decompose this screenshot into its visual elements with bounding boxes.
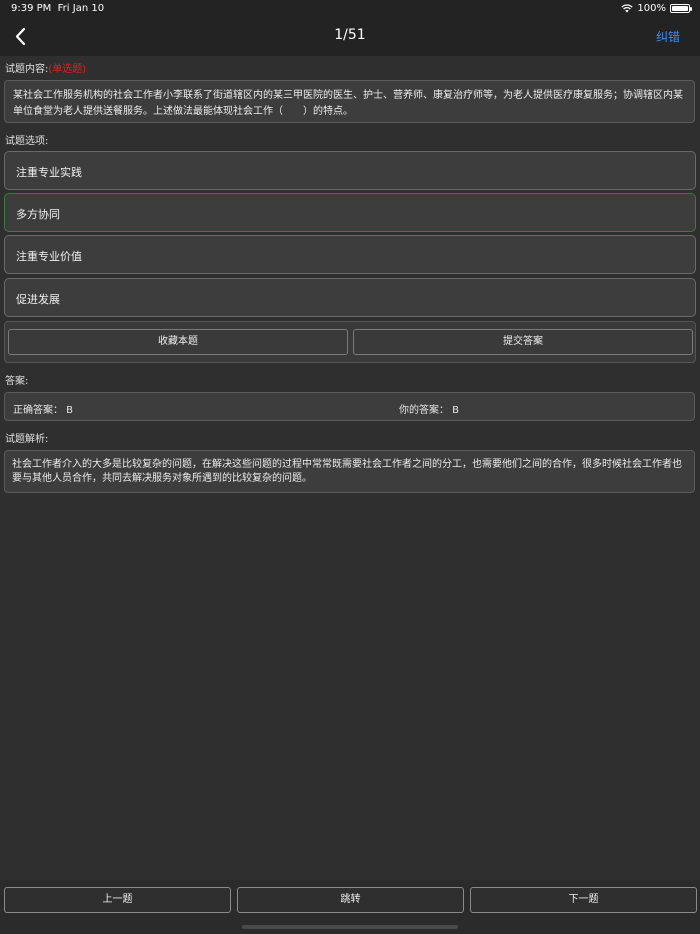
option-d[interactable]: 促进发展	[4, 278, 696, 317]
correct-answer: 正确答案： B	[13, 405, 74, 416]
nav-bar: 1/51 纠错	[0, 18, 700, 56]
battery-fill	[672, 6, 688, 11]
status-bar: 9:39 PM Fri Jan 10 100%	[0, 0, 700, 18]
analysis-text: 社会工作者介入的大多是比较复杂的问题，在解决这些问题的过程中常常既需要社会工作者…	[4, 450, 695, 493]
question-type-badge: (单选题)	[48, 64, 87, 75]
options-label: 试题选项:	[5, 136, 49, 147]
answer-label: 答案:	[5, 376, 29, 387]
analysis-label: 试题解析:	[5, 434, 49, 445]
next-question-button[interactable]: 下一题	[470, 887, 697, 913]
status-time: 9:39 PM	[11, 3, 52, 14]
submit-answer-button[interactable]: 提交答案	[353, 329, 693, 355]
status-indicators: 100%	[621, 3, 692, 14]
battery-icon	[670, 4, 692, 13]
bottom-toolbar: 上一题 跳转 下一题	[0, 880, 700, 934]
answer-row: 正确答案： B 你的答案： B	[4, 392, 695, 421]
option-b[interactable]: 多方协同	[4, 193, 696, 232]
your-answer: 你的答案： B	[399, 405, 460, 416]
question-label: 试题内容:	[5, 64, 49, 75]
action-panel: 收藏本题 提交答案	[4, 321, 696, 363]
option-c[interactable]: 注重专业价值	[4, 235, 696, 274]
report-error-button[interactable]: 纠错	[656, 28, 680, 45]
wifi-icon	[621, 4, 634, 13]
battery-percent: 100%	[637, 3, 666, 14]
page-counter-title: 1/51	[334, 27, 366, 43]
status-time-date: 9:39 PM Fri Jan 10	[11, 3, 104, 14]
question-text: 某社会工作服务机构的社会工作者小李联系了街道辖区内的某三甲医院的医生、护士、营养…	[4, 80, 695, 123]
favorite-button[interactable]: 收藏本题	[8, 329, 348, 355]
jump-button[interactable]: 跳转	[237, 887, 464, 913]
home-indicator[interactable]	[242, 925, 458, 929]
status-date: Fri Jan 10	[57, 3, 105, 14]
option-a[interactable]: 注重专业实践	[4, 151, 696, 190]
question-label-row: 试题内容:(单选题)	[5, 60, 86, 75]
previous-question-button[interactable]: 上一题	[4, 887, 231, 913]
